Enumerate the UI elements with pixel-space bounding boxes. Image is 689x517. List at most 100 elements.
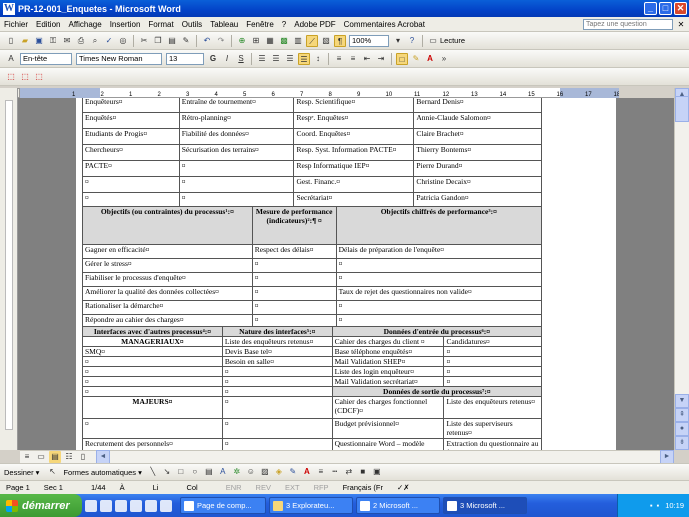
status-rfp[interactable]: RFP bbox=[314, 483, 329, 492]
menu-help[interactable]: ? bbox=[278, 20, 290, 29]
quicklaunch-browser-icon[interactable] bbox=[100, 499, 112, 512]
horizontal-ruler[interactable]: 1212345678910111213141516171819 bbox=[20, 88, 649, 98]
menu-adobe-pdf[interactable]: Adobe PDF bbox=[290, 20, 339, 29]
font-size-select[interactable]: 13 bbox=[166, 52, 204, 65]
underline-button[interactable]: S bbox=[235, 53, 247, 65]
border-icon[interactable]: □ bbox=[396, 52, 408, 65]
print-layout-icon[interactable]: ▤ bbox=[49, 451, 61, 463]
font-select[interactable]: Times New Roman bbox=[76, 52, 162, 65]
insert-excel-icon[interactable]: ▩ bbox=[278, 35, 290, 47]
menu-affichage[interactable]: Affichage bbox=[64, 20, 105, 29]
scroll-down-icon[interactable]: ▼ bbox=[675, 394, 689, 408]
taskbar-item-explorer[interactable]: 3 Explorateu... bbox=[269, 497, 353, 514]
tray-sound-icon[interactable]: ▪ bbox=[657, 501, 660, 510]
fill-color-icon[interactable]: ◈ bbox=[273, 466, 285, 478]
styles-pane-icon[interactable]: A bbox=[5, 53, 17, 65]
document-area[interactable]: Enquêteurs¤ Entraîne de tournement¤ Resp. … bbox=[18, 98, 674, 450]
quicklaunch-media-icon[interactable] bbox=[115, 499, 127, 512]
menu-fichier[interactable]: Fichier bbox=[0, 20, 32, 29]
redo-icon[interactable]: ↷ bbox=[215, 35, 227, 47]
pdf-review-icon[interactable]: ⬚ bbox=[33, 71, 45, 83]
taskbar-item-microsoft-3[interactable]: 3 Microsoft ... bbox=[443, 497, 527, 514]
arrow-style-icon[interactable]: ⇄ bbox=[343, 466, 355, 478]
document-map-icon[interactable]: ▧ bbox=[320, 35, 332, 47]
bullets-icon[interactable]: ≡ bbox=[347, 53, 359, 65]
close-button[interactable]: ✕ bbox=[674, 2, 687, 15]
picture-icon[interactable]: ▨ bbox=[259, 466, 271, 478]
start-button[interactable]: démarrer bbox=[0, 494, 82, 517]
zoom-dropdown-icon[interactable]: ▾ bbox=[392, 35, 404, 47]
arrow-tool-icon[interactable]: ↘ bbox=[161, 466, 173, 478]
status-enr[interactable]: ENR bbox=[226, 483, 242, 492]
hyperlink-icon[interactable]: ⊕ bbox=[236, 35, 248, 47]
convert-pdf-email-icon[interactable]: ⬚ bbox=[19, 71, 31, 83]
wordart-icon[interactable]: A bbox=[217, 466, 229, 478]
copy-icon[interactable]: ❐ bbox=[152, 35, 164, 47]
taskbar-item-page[interactable]: Page de comp... bbox=[180, 497, 266, 514]
save-icon[interactable]: ▣ bbox=[33, 35, 45, 47]
textbox-tool-icon[interactable]: ▤ bbox=[203, 466, 215, 478]
shadow-icon[interactable]: ■ bbox=[357, 466, 369, 478]
cut-icon[interactable]: ✂ bbox=[138, 35, 150, 47]
document-page[interactable]: Enquêteurs¤ Entraîne de tournement¤ Resp. … bbox=[76, 98, 616, 450]
read-button[interactable]: Lecture bbox=[440, 36, 465, 45]
oval-tool-icon[interactable]: ○ bbox=[189, 466, 201, 478]
normal-view-icon[interactable]: ≡ bbox=[21, 451, 33, 463]
style-select[interactable]: En-tête bbox=[20, 52, 72, 65]
menu-outils[interactable]: Outils bbox=[178, 20, 206, 29]
minimize-button[interactable]: _ bbox=[644, 2, 657, 15]
zoom-select[interactable]: 100% bbox=[349, 34, 389, 47]
quicklaunch-app3-icon[interactable] bbox=[160, 499, 172, 512]
3d-icon[interactable]: ▣ bbox=[371, 466, 383, 478]
numbering-icon[interactable]: ≡ bbox=[333, 53, 345, 65]
read-icon[interactable]: ▭ bbox=[427, 35, 439, 47]
vertical-scrollbar[interactable]: ▲ ▼ ⇞ ● ⇟ bbox=[674, 88, 689, 450]
format-painter-icon[interactable]: ✎ bbox=[180, 35, 192, 47]
taskbar-item-microsoft-2[interactable]: 2 Microsoft ... bbox=[356, 497, 440, 514]
dash-style-icon[interactable]: ┅ bbox=[329, 466, 341, 478]
scroll-right-icon[interactable]: ► bbox=[660, 450, 674, 464]
maximize-button[interactable]: □ bbox=[659, 2, 672, 15]
highlight-icon[interactable]: ✎ bbox=[410, 53, 422, 65]
insert-table-icon[interactable]: ▦ bbox=[264, 35, 276, 47]
menu-insertion[interactable]: Insertion bbox=[106, 20, 145, 29]
next-page-icon[interactable]: ⇟ bbox=[675, 436, 689, 450]
rectangle-tool-icon[interactable]: □ bbox=[175, 466, 187, 478]
bold-button[interactable]: G bbox=[207, 53, 219, 65]
draw-menu-button[interactable]: Dessiner ▾ bbox=[4, 468, 39, 477]
toolbar-options-icon[interactable]: » bbox=[438, 53, 450, 65]
menu-edition[interactable]: Edition bbox=[32, 20, 64, 29]
align-center-icon[interactable]: ☰ bbox=[270, 53, 282, 65]
help-question-input[interactable]: Tapez une question bbox=[583, 18, 673, 30]
research-icon[interactable]: ◎ bbox=[117, 35, 129, 47]
tables-borders-icon[interactable]: ⊞ bbox=[250, 35, 262, 47]
web-layout-icon[interactable]: ▭ bbox=[35, 451, 47, 463]
quicklaunch-desktop-icon[interactable] bbox=[85, 499, 97, 512]
line-tool-icon[interactable]: ╲ bbox=[147, 466, 159, 478]
previous-page-icon[interactable]: ⇞ bbox=[675, 408, 689, 422]
justify-icon[interactable]: ☰ bbox=[298, 52, 310, 65]
menu-tableau[interactable]: Tableau bbox=[206, 20, 242, 29]
reading-view-icon[interactable]: ▯ bbox=[77, 451, 89, 463]
menu-fenetre[interactable]: Fenêtre bbox=[242, 20, 278, 29]
close-document-icon[interactable]: ✕ bbox=[676, 20, 686, 29]
quicklaunch-app-icon[interactable] bbox=[130, 499, 142, 512]
browse-object-icon[interactable]: ● bbox=[675, 422, 689, 436]
scroll-thumb[interactable] bbox=[675, 96, 689, 122]
print-preview-icon[interactable]: ⌕ bbox=[89, 35, 101, 47]
status-rev[interactable]: REV bbox=[256, 483, 271, 492]
status-ext[interactable]: EXT bbox=[285, 483, 300, 492]
diagram-icon[interactable]: ✲ bbox=[231, 466, 243, 478]
show-hide-icon[interactable]: ¶ bbox=[334, 34, 346, 47]
undo-icon[interactable]: ↶ bbox=[201, 35, 213, 47]
horizontal-scrollbar[interactable]: ≡ ▭ ▤ ☷ ▯ ◄ ► bbox=[20, 450, 674, 464]
columns-icon[interactable]: ▥ bbox=[292, 35, 304, 47]
italic-button[interactable]: I bbox=[221, 53, 233, 65]
email-icon[interactable]: ✉ bbox=[61, 35, 73, 47]
increase-indent-icon[interactable]: ⇥ bbox=[375, 53, 387, 65]
align-left-icon[interactable]: ☰ bbox=[256, 53, 268, 65]
spelling-icon[interactable]: ✓ bbox=[103, 35, 115, 47]
font-color-icon[interactable]: A bbox=[424, 53, 436, 65]
select-objects-icon[interactable]: ↖ bbox=[46, 466, 58, 478]
clipart-icon[interactable]: ☺ bbox=[245, 466, 257, 478]
